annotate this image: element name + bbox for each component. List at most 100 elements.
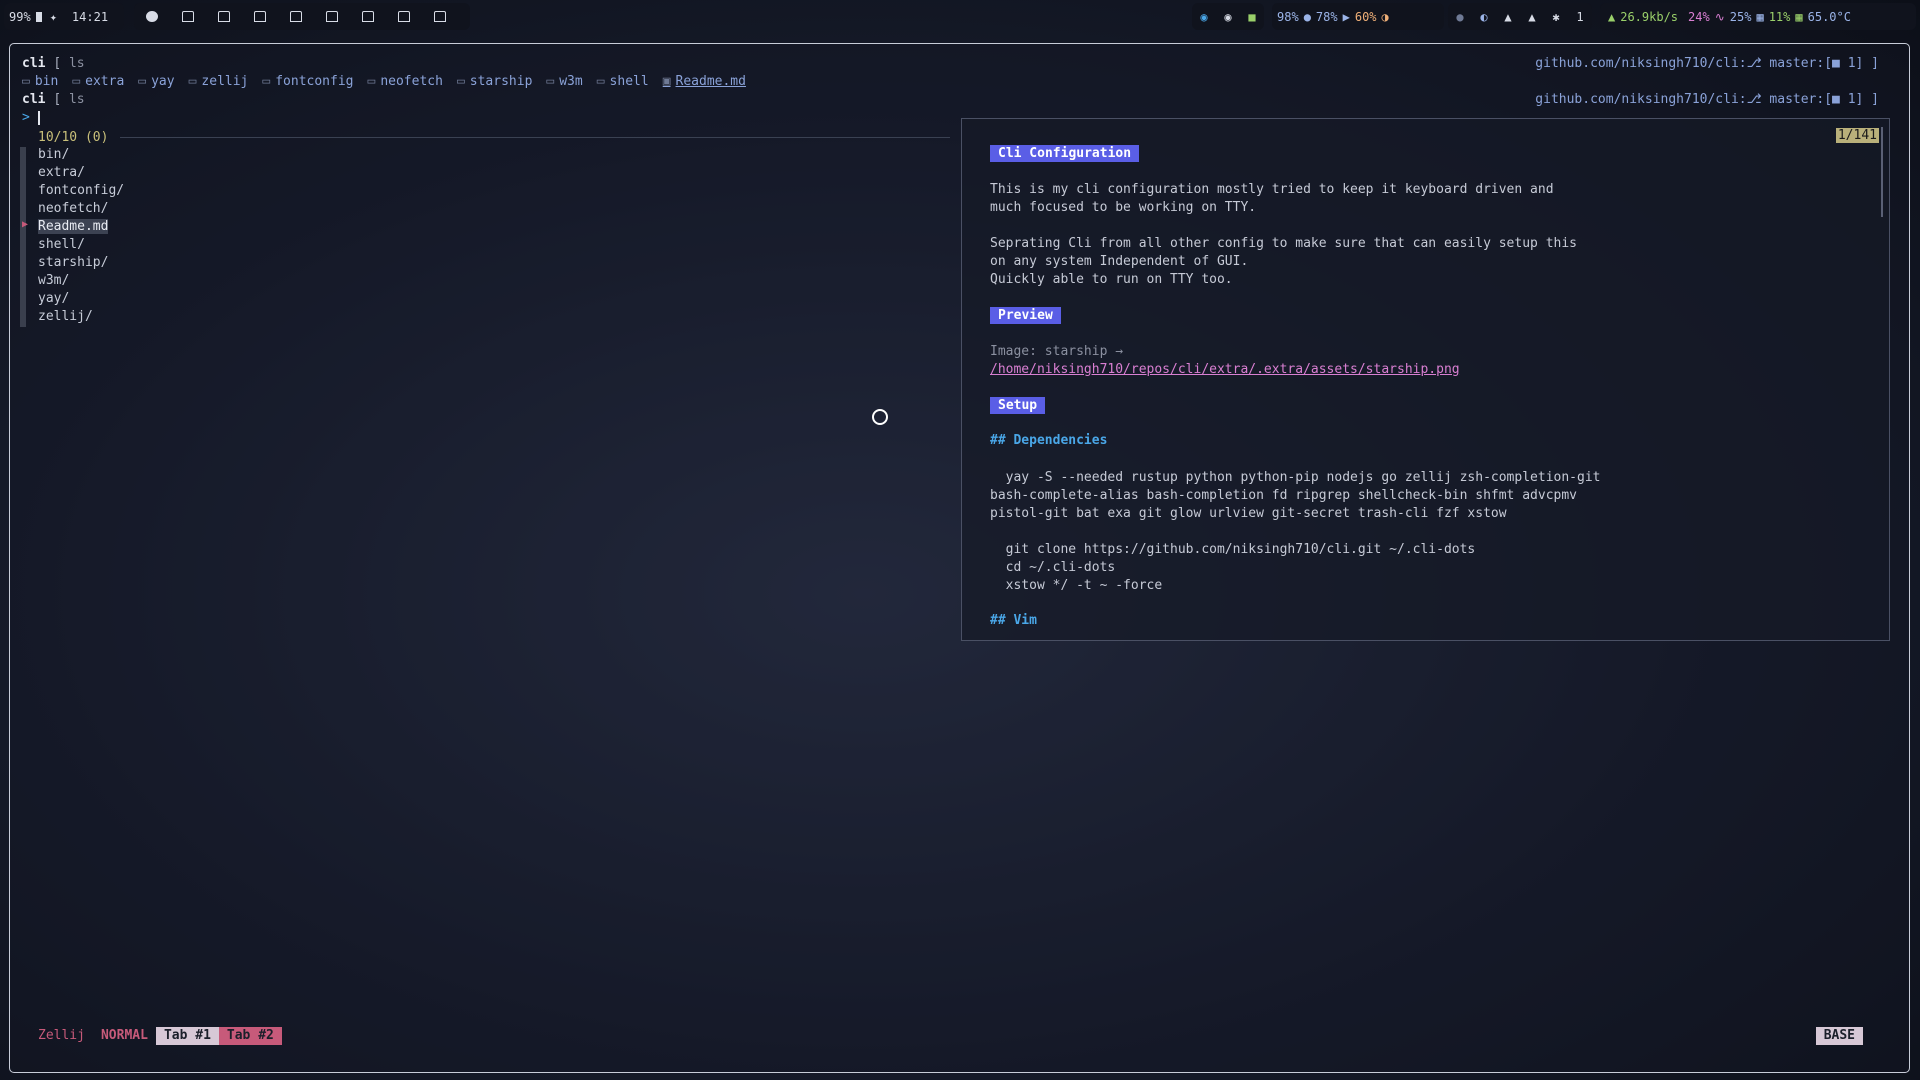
- ls-item-zellij[interactable]: ▭ zellij: [189, 74, 249, 89]
- cat-icon[interactable]: ▲: [1504, 10, 1511, 24]
- discord-icon[interactable]: ◉: [1224, 10, 1231, 24]
- fzf-item[interactable]: shell/: [38, 237, 85, 252]
- network-speed: 26.9kb/s: [1620, 9, 1679, 24]
- workspace-5-icon[interactable]: [290, 11, 302, 22]
- folder-icon: ▭: [22, 74, 30, 89]
- tab-2[interactable]: Tab #2: [218, 1027, 282, 1045]
- image-path-link[interactable]: /home/niksingh710/repos/cli/extra/.extra…: [990, 361, 1460, 379]
- folder-icon: ▭: [138, 74, 147, 89]
- notification-count: 1: [1576, 9, 1584, 24]
- workspace-7-icon[interactable]: [362, 11, 374, 22]
- preview-scrollbar[interactable]: [1881, 127, 1883, 217]
- setup-heading: Setup: [990, 397, 1046, 414]
- fzf-item[interactable]: neofetch/: [38, 201, 108, 216]
- workspace-2-icon[interactable]: [182, 11, 194, 22]
- folder-icon: ▭: [367, 74, 376, 89]
- prompt-bracket-2: [: [53, 92, 62, 107]
- brightness-icon: ◑: [1381, 9, 1389, 24]
- ls-output: ▭ bin ▭ extra ▭ yay ▭ zellij ▭ fontconfig ▭ neofetc…: [22, 74, 760, 89]
- code-line-6: xstow */ -t ~ -force: [990, 578, 1163, 593]
- memory-usage: 25%: [1729, 9, 1752, 24]
- zellij-status-bar: Zellij NORMAL Tab #1 Tab #2: [30, 1027, 282, 1045]
- code-line-5: cd ~/.cli-dots: [990, 560, 1116, 575]
- fzf-selection-marker: ▶: [22, 219, 29, 230]
- ls-item-readme[interactable]: ▣ Readme.md: [663, 74, 746, 89]
- toggle-icon[interactable]: ◐: [1480, 10, 1487, 24]
- folder-icon: ▭: [456, 74, 465, 89]
- workspace-3-icon[interactable]: [218, 11, 230, 22]
- fzf-item-selected[interactable]: Readme.md: [38, 219, 109, 234]
- ls-item-yay[interactable]: ▭ yay: [138, 74, 174, 89]
- browser-icon[interactable]: ◉: [1200, 10, 1207, 24]
- cpu-usage: 24%: [1688, 9, 1710, 24]
- android-icon[interactable]: ■: [1248, 10, 1255, 24]
- bluetooth-icon[interactable]: ✱: [1552, 10, 1559, 24]
- bell-icon[interactable]: ▲: [1528, 10, 1535, 24]
- battery-text: 99%: [9, 9, 31, 24]
- intro-line-3: Seprating Cli from all other config to m…: [990, 236, 1577, 251]
- preview-heading: Preview: [990, 307, 1061, 324]
- volume-level: 78%: [1315, 9, 1338, 24]
- fzf-item[interactable]: yay/: [38, 291, 69, 306]
- toggles-pill: ● ◐ ▲ ▲ ✱ 1: [1448, 3, 1592, 30]
- ls-item-starship[interactable]: ▭ starship: [457, 74, 532, 89]
- preview-line-counter: 1/141: [1835, 128, 1879, 143]
- fzf-separator: [120, 137, 950, 138]
- fzf-item[interactable]: w3m/: [38, 273, 69, 288]
- fzf-item[interactable]: zellij/: [38, 309, 93, 324]
- preview-title: Cli Configuration: [990, 145, 1140, 162]
- ls-item-fontconfig[interactable]: ▭ fontconfig: [262, 74, 353, 89]
- tab-1[interactable]: Tab #1: [155, 1027, 219, 1045]
- leaf-icon: ✦: [49, 9, 57, 24]
- fzf-item[interactable]: starship/: [38, 255, 108, 270]
- drop-icon[interactable]: ●: [1456, 10, 1463, 24]
- intro-line-4: on any system Independent of GUI.: [990, 254, 1249, 269]
- prompt-bracket: [: [53, 56, 62, 71]
- git-status-2: github.com/niksingh710/cli:⎇ master:[■ 1…: [1535, 92, 1879, 107]
- ls-item-w3m[interactable]: ▭ w3m: [546, 74, 582, 89]
- mouse-cursor-icon: [872, 409, 888, 425]
- ls-item-extra[interactable]: ▭ extra: [72, 74, 124, 89]
- image-label: Image: starship →: [990, 344, 1124, 359]
- fzf-prompt: >: [22, 110, 30, 125]
- terminal-window[interactable]: cli [ ls github.com/niksingh710/cli:⎇ ma…: [9, 43, 1910, 1073]
- memory-icon: ▦: [1756, 9, 1764, 24]
- text-cursor: [37, 110, 40, 125]
- workspace-8-icon[interactable]: [398, 11, 410, 22]
- fzf-scrollbar[interactable]: [20, 147, 26, 327]
- dependencies-heading: ## Dependencies: [990, 433, 1108, 448]
- workspaces: [134, 3, 470, 30]
- mic-icon: ●: [1303, 9, 1311, 24]
- left-status-pill: 99% ✦ 14:21: [4, 3, 124, 30]
- folder-icon: ▭: [596, 74, 605, 89]
- prompt-line-1: cli [ ls: [22, 56, 85, 71]
- mode-indicator: NORMAL: [100, 1028, 148, 1043]
- ls-item-neofetch[interactable]: ▭ neofetch: [368, 74, 443, 89]
- metrics-pill: ▲ 26.9kb/s 24% ∿ 25% ▦ 11% ▦ 65.0°C: [1600, 3, 1916, 30]
- workspace-9-icon[interactable]: [434, 11, 446, 22]
- git-status: github.com/niksingh710/cli:⎇ master:[■ 1…: [1535, 56, 1879, 71]
- fzf-item[interactable]: fontconfig/: [38, 183, 124, 198]
- workspace-6-icon[interactable]: [326, 11, 338, 22]
- fzf-item[interactable]: bin/: [38, 147, 69, 162]
- fzf-count: 10/10 (0): [38, 130, 109, 145]
- folder-icon: ▭: [546, 74, 555, 89]
- code-line-2: bash-complete-alias bash-completion fd r…: [990, 488, 1577, 503]
- fzf-input[interactable]: >: [22, 110, 40, 125]
- vim-heading: ## Vim: [990, 613, 1037, 628]
- temperature: 65.0°C: [1807, 9, 1851, 24]
- workspace-4-icon[interactable]: [254, 11, 266, 22]
- mic-level: 98%: [1277, 9, 1299, 24]
- ls-item-shell[interactable]: ▭ shell: [597, 74, 649, 89]
- ls-item-bin[interactable]: ▭ bin: [22, 74, 58, 89]
- clock: 14:21: [71, 9, 109, 24]
- top-bar: 99% ✦ 14:21 ◉ ◉ ■ 98% ● 78% ▶ 60% ◑ ● ◐ …: [0, 0, 1920, 34]
- preview-pane[interactable]: 1/141 Cli Configuration This is my cli c…: [961, 118, 1890, 641]
- prompt-dir: cli: [22, 56, 46, 71]
- network-icon: ▲: [1608, 9, 1616, 24]
- prompt-command: ls: [68, 56, 85, 71]
- brightness-level: 60%: [1354, 9, 1377, 24]
- fzf-item[interactable]: extra/: [38, 165, 85, 180]
- workspace-1-icon[interactable]: [146, 11, 158, 22]
- zellij-label: Zellij: [38, 1028, 85, 1043]
